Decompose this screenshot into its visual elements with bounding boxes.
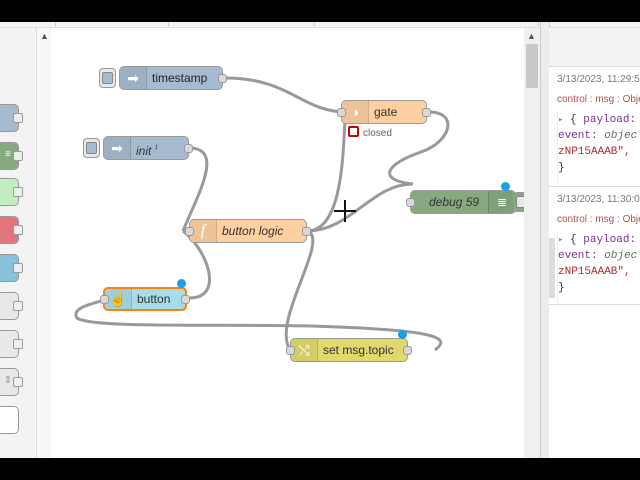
expand-arrow-icon[interactable]: ▸ xyxy=(558,235,563,245)
palette-node-status[interactable] xyxy=(0,254,23,282)
app-window: ≡ ⇕ ▲ ➡ timestamp ➡ init ¹ ◑ gate closed… xyxy=(0,22,640,458)
wires-layer xyxy=(74,76,450,352)
palette-node-inject[interactable] xyxy=(0,104,23,132)
sidebar-scrollbar[interactable] xyxy=(549,238,555,298)
changed-indicator xyxy=(501,182,510,191)
output-port[interactable] xyxy=(403,346,412,355)
gate-icon: ◑ xyxy=(342,101,369,123)
divider xyxy=(549,304,640,305)
flow-workspace[interactable]: ➡ timestamp ➡ init ¹ ◑ gate closed debug… xyxy=(51,28,524,458)
sidebar-header xyxy=(549,28,640,67)
scroll-up-icon[interactable]: ▲ xyxy=(527,31,536,41)
palette-node-catch[interactable] xyxy=(0,216,23,244)
message-body[interactable]: ▸ { payload: event: objec zNP15AAAB", } xyxy=(557,232,640,306)
input-port[interactable] xyxy=(406,198,415,207)
message-timestamp: 3/13/2023, 11:30:0 xyxy=(557,194,640,205)
node-label: button logic xyxy=(222,224,284,238)
node-label: init ¹ xyxy=(136,143,158,158)
output-port[interactable] xyxy=(184,144,193,153)
shuffle-icon: ⤭ xyxy=(291,339,318,361)
node-palette: ≡ ⇕ xyxy=(0,28,37,458)
changed-indicator xyxy=(177,279,186,288)
palette-node-complete[interactable] xyxy=(0,178,23,206)
expand-arrow-icon[interactable]: ▸ xyxy=(558,115,563,125)
node-status: closed xyxy=(348,126,392,139)
changed-indicator xyxy=(398,330,407,339)
input-port[interactable] xyxy=(100,295,109,304)
tab[interactable] xyxy=(0,22,56,26)
scroll-up-icon[interactable]: ▲ xyxy=(40,31,49,41)
inject-button[interactable] xyxy=(99,68,116,88)
workspace-scrollbar[interactable]: ▲ xyxy=(524,28,540,458)
output-port[interactable] xyxy=(302,227,311,236)
output-port[interactable] xyxy=(218,74,227,83)
message-source[interactable]: control : msg : Obje xyxy=(557,94,640,105)
node-debug[interactable]: debug 59 ≣ xyxy=(406,190,516,214)
message-body[interactable]: ▸ { payload: event: objec zNP15AAAB", } xyxy=(557,112,640,186)
hand-icon: ☝ xyxy=(105,289,132,309)
message-source[interactable]: control : msg : Obje xyxy=(557,214,640,225)
inject-button[interactable] xyxy=(83,138,100,158)
wire[interactable] xyxy=(224,76,348,114)
input-port[interactable] xyxy=(286,346,295,355)
input-port[interactable] xyxy=(337,108,346,117)
node-button-logic[interactable]: f button logic xyxy=(185,219,311,243)
message-timestamp: 3/13/2023, 11:29:5 xyxy=(557,74,640,85)
node-label: set msg.topic xyxy=(323,343,394,357)
node-label: debug 59 xyxy=(429,195,480,209)
node-label: button xyxy=(137,292,171,306)
palette-node-link-out[interactable]: ⇕ xyxy=(0,368,23,396)
node-timestamp[interactable]: ➡ timestamp xyxy=(119,66,227,90)
node-set-msg-topic[interactable]: ⤭ set msg.topic xyxy=(286,338,412,362)
palette-node-link-call[interactable] xyxy=(0,330,23,358)
palette-node-link-in[interactable] xyxy=(0,292,23,320)
status-square-icon xyxy=(348,126,359,137)
node-button[interactable]: ☝ button xyxy=(100,287,190,311)
tab[interactable] xyxy=(56,22,169,26)
tab[interactable] xyxy=(452,22,539,26)
node-gate[interactable]: ◑ gate xyxy=(337,100,431,124)
function-icon: f xyxy=(190,220,217,242)
output-port[interactable] xyxy=(181,295,190,304)
palette-node-debug[interactable]: ≡ xyxy=(0,142,23,170)
debug-toggle-button[interactable] xyxy=(513,192,524,212)
wire[interactable] xyxy=(284,229,315,349)
tab[interactable] xyxy=(176,22,315,26)
debug-bars-icon: ≣ xyxy=(488,191,515,213)
input-port[interactable] xyxy=(185,227,194,236)
palette-node-comment[interactable] xyxy=(0,406,19,434)
debug-sidebar: 3/13/2023, 11:29:5 control : msg : Obje … xyxy=(549,28,640,458)
inject-arrow-icon: ➡ xyxy=(104,137,131,159)
divider xyxy=(549,186,640,187)
inject-arrow-icon: ➡ xyxy=(120,67,147,89)
crosshair-cursor-icon xyxy=(334,200,356,222)
node-init[interactable]: ➡ init ¹ xyxy=(103,136,193,160)
node-label: gate xyxy=(374,105,398,119)
palette-scrollbar[interactable]: ▲ xyxy=(37,28,51,458)
node-label: timestamp xyxy=(152,71,208,85)
output-port[interactable] xyxy=(422,108,431,117)
scroll-thumb[interactable] xyxy=(526,44,538,88)
